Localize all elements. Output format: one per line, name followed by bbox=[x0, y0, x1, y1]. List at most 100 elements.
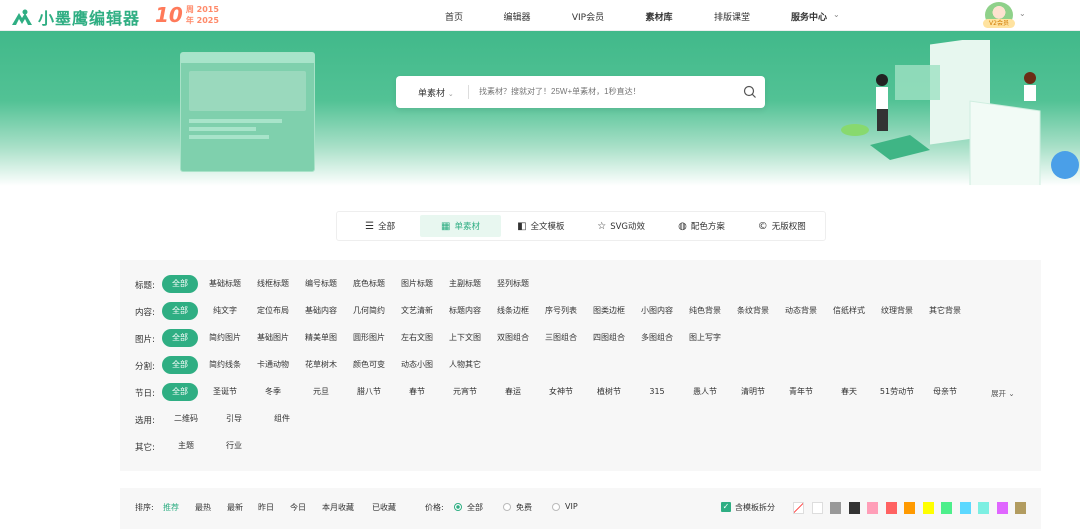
filter-option[interactable]: 二维码 bbox=[162, 410, 210, 428]
filter-option[interactable]: 简约线条 bbox=[201, 356, 249, 374]
price-radio[interactable] bbox=[454, 503, 462, 511]
filter-option[interactable]: 线条边框 bbox=[489, 302, 537, 320]
color-swatch[interactable] bbox=[922, 502, 934, 514]
filter-option[interactable]: 四图组合 bbox=[585, 329, 633, 347]
filter-option[interactable]: 春天 bbox=[825, 383, 873, 401]
filter-option[interactable]: 三图组合 bbox=[537, 329, 585, 347]
filter-option[interactable]: 信纸样式 bbox=[825, 302, 873, 320]
filter-option[interactable]: 51劳动节 bbox=[873, 383, 921, 401]
filter-option[interactable]: 纹理背景 bbox=[873, 302, 921, 320]
tab-svg[interactable]: ☆ SVG动效 bbox=[581, 215, 661, 237]
filter-option[interactable]: 标题内容 bbox=[441, 302, 489, 320]
split-checkbox[interactable]: ✓ bbox=[721, 502, 731, 512]
color-swatch[interactable] bbox=[904, 502, 915, 514]
color-swatch-none[interactable] bbox=[793, 502, 804, 514]
sort-option[interactable]: 本月收藏 bbox=[322, 502, 354, 513]
filter-option[interactable]: 花草树木 bbox=[297, 356, 345, 374]
sort-option[interactable]: 昨日 bbox=[258, 502, 274, 513]
filter-option[interactable]: 定位布局 bbox=[249, 302, 297, 320]
chevron-down-icon[interactable]: ⌄ bbox=[1019, 9, 1026, 18]
tab-single-material[interactable]: ▦ 单素材 bbox=[420, 215, 501, 237]
filter-option[interactable]: 春运 bbox=[489, 383, 537, 401]
nav-vip[interactable]: VIP会员 bbox=[572, 10, 604, 23]
filter-option[interactable]: 圣诞节 bbox=[201, 383, 249, 401]
filter-option[interactable]: 序号列表 bbox=[537, 302, 585, 320]
color-swatch[interactable] bbox=[978, 502, 989, 514]
color-swatch[interactable] bbox=[996, 502, 1008, 514]
filter-option[interactable]: 主副标题 bbox=[441, 275, 489, 293]
search-type-select[interactable]: 单素材 ⌄ bbox=[418, 86, 454, 99]
color-swatch[interactable] bbox=[848, 502, 860, 514]
filter-option[interactable]: 多图组合 bbox=[633, 329, 681, 347]
filter-option[interactable]: 母亲节 bbox=[921, 383, 969, 401]
logo[interactable]: 小墨鹰编辑器 bbox=[10, 5, 140, 29]
expand-button[interactable]: 展开 ⌄ bbox=[991, 388, 1015, 399]
filter-option[interactable]: 文艺清新 bbox=[393, 302, 441, 320]
nav-courses[interactable]: 排版课堂 bbox=[714, 10, 750, 23]
nav-editor[interactable]: 编辑器 bbox=[503, 10, 530, 23]
filter-option[interactable]: 春节 bbox=[393, 383, 441, 401]
filter-option[interactable]: 图上写字 bbox=[681, 329, 729, 347]
filter-option[interactable]: 女神节 bbox=[537, 383, 585, 401]
color-swatch[interactable] bbox=[959, 502, 971, 514]
filter-option[interactable]: 条纹背景 bbox=[729, 302, 777, 320]
filter-option[interactable]: 左右文图 bbox=[393, 329, 441, 347]
filter-option[interactable]: 行业 bbox=[210, 437, 258, 455]
filter-option[interactable]: 图片标题 bbox=[393, 275, 441, 293]
filter-option[interactable]: 主题 bbox=[162, 437, 210, 455]
filter-option[interactable]: 315 bbox=[633, 383, 681, 401]
filter-option[interactable]: 颜色可变 bbox=[345, 356, 393, 374]
filter-option[interactable]: 纯色背景 bbox=[681, 302, 729, 320]
filter-option[interactable]: 卡通动物 bbox=[249, 356, 297, 374]
filter-option[interactable]: 上下文图 bbox=[441, 329, 489, 347]
filter-option[interactable]: 底色标题 bbox=[345, 275, 393, 293]
filter-option[interactable]: 动态小图 bbox=[393, 356, 441, 374]
price-radio[interactable] bbox=[503, 503, 511, 511]
filter-option[interactable]: 全部 bbox=[162, 302, 198, 320]
filter-option[interactable]: 双图组合 bbox=[489, 329, 537, 347]
sort-option[interactable]: 最热 bbox=[195, 502, 211, 513]
filter-option[interactable]: 腊八节 bbox=[345, 383, 393, 401]
filter-option[interactable]: 动态背景 bbox=[777, 302, 825, 320]
nav-home[interactable]: 首页 bbox=[445, 10, 463, 23]
filter-option[interactable]: 愚人节 bbox=[681, 383, 729, 401]
filter-option[interactable]: 人物其它 bbox=[441, 356, 489, 374]
filter-option[interactable]: 基础标题 bbox=[201, 275, 249, 293]
filter-option[interactable]: 竖列标题 bbox=[489, 275, 537, 293]
tab-copyright-free[interactable]: © 无版权图 bbox=[742, 215, 822, 237]
color-swatch[interactable] bbox=[811, 502, 823, 514]
filter-option[interactable]: 冬季 bbox=[249, 383, 297, 401]
filter-option[interactable]: 基础图片 bbox=[249, 329, 297, 347]
nav-service[interactable]: 服务中心 bbox=[791, 10, 827, 23]
tab-all[interactable]: ☰ 全部 bbox=[340, 215, 420, 237]
filter-option[interactable]: 精美单图 bbox=[297, 329, 345, 347]
tab-color-scheme[interactable]: ◍ 配色方案 bbox=[661, 215, 741, 237]
nav-materials[interactable]: 素材库 bbox=[645, 10, 672, 23]
filter-option[interactable]: 元旦 bbox=[297, 383, 345, 401]
color-swatch[interactable] bbox=[867, 502, 878, 514]
filter-option[interactable]: 引导 bbox=[210, 410, 258, 428]
filter-option[interactable]: 纯文字 bbox=[201, 302, 249, 320]
filter-option[interactable]: 基础内容 bbox=[297, 302, 345, 320]
sort-option[interactable]: 最新 bbox=[227, 502, 243, 513]
sort-option[interactable]: 已收藏 bbox=[372, 502, 396, 513]
filter-option[interactable]: 图类边框 bbox=[585, 302, 633, 320]
filter-option[interactable]: 植树节 bbox=[585, 383, 633, 401]
filter-option[interactable]: 全部 bbox=[162, 383, 198, 401]
filter-option[interactable]: 简约图片 bbox=[201, 329, 249, 347]
filter-option[interactable]: 几何简约 bbox=[345, 302, 393, 320]
search-input[interactable] bbox=[479, 87, 729, 96]
filter-option[interactable]: 线框标题 bbox=[249, 275, 297, 293]
filter-option[interactable]: 全部 bbox=[162, 356, 198, 374]
price-radio[interactable] bbox=[552, 503, 560, 511]
search-icon[interactable] bbox=[743, 85, 757, 99]
tab-full-template[interactable]: ◧ 全文模板 bbox=[501, 215, 581, 237]
filter-option[interactable]: 全部 bbox=[162, 275, 198, 293]
color-swatch[interactable] bbox=[1015, 502, 1026, 514]
filter-option[interactable]: 其它背景 bbox=[921, 302, 969, 320]
filter-option[interactable]: 全部 bbox=[162, 329, 198, 347]
color-swatch[interactable] bbox=[830, 502, 841, 514]
filter-option[interactable]: 小图内容 bbox=[633, 302, 681, 320]
filter-option[interactable]: 编号标题 bbox=[297, 275, 345, 293]
filter-option[interactable]: 组件 bbox=[258, 410, 306, 428]
